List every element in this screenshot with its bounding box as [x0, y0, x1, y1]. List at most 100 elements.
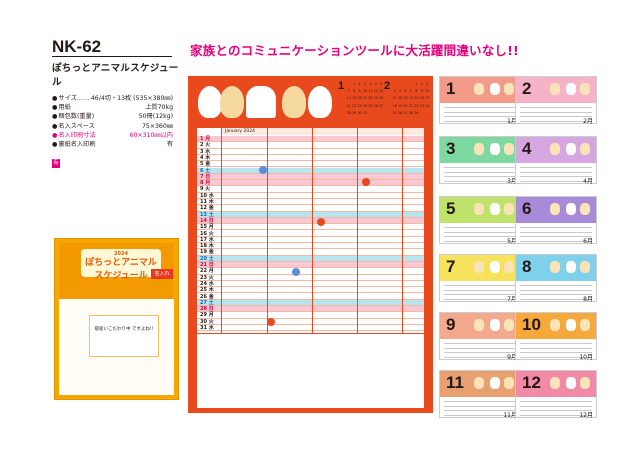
month-caption: 7月 [507, 296, 517, 303]
day-label: 31 水 [200, 325, 214, 331]
mini-cell: 17 [425, 96, 430, 101]
schedule-line [444, 167, 516, 168]
animal-icon [474, 377, 484, 389]
animal-icon [550, 143, 560, 155]
headline: 家族とのコミュニケーションツールに大活躍間違いなし!! [190, 43, 519, 58]
calendar-month-name: January 2024 [225, 129, 255, 134]
month-caption: 4月 [583, 178, 593, 185]
animal-sticker-icon [267, 318, 275, 326]
month-caption: 8月 [583, 296, 593, 303]
month-caption: 2月 [583, 118, 593, 125]
month-caption: 6月 [583, 238, 593, 245]
thumbnail-title: 2024 ぽちっとアニマル スケジュール [81, 249, 161, 281]
animal-icon [566, 319, 576, 331]
mini-cell: 10 [425, 89, 430, 94]
calendar-header: 1 1 2 3 4 5 6 7 8 9 10 11 12 13 14 15 16 17 18 19 20 21 22 23 2… [188, 76, 433, 124]
spec-value: 50冊(12kg) [138, 113, 173, 121]
animal-icon [504, 83, 514, 95]
animal-icon [490, 377, 500, 389]
schedule-line [520, 107, 592, 108]
month-number: 9 [446, 315, 456, 334]
schedule-line [444, 347, 516, 348]
spec-label: 裏紙名入印刷 [52, 140, 95, 149]
animal-icon [550, 319, 560, 331]
schedule-line [520, 347, 592, 348]
thumbnail-note-text: 取扱いこだわり中 ですよね!! [94, 327, 154, 332]
spec-value: 60×310㎜以内 [129, 131, 173, 139]
animal-icon [566, 261, 576, 273]
month-number: 7 [446, 257, 456, 276]
animal-icon [550, 377, 560, 389]
schedule-line [520, 289, 592, 290]
spec-label: 用紙 [52, 103, 70, 112]
animal-icon [474, 143, 484, 155]
schedule-line [444, 285, 516, 286]
product-thumbnail: 2024 ぽちっとアニマル スケジュール 取扱いこだわり中 ですよね!! 名入れ [54, 238, 179, 400]
schedule-line [520, 111, 592, 112]
bear-icon [282, 86, 306, 118]
animal-icon [566, 377, 576, 389]
month-number: 12 [522, 373, 541, 392]
schedule-line [444, 289, 516, 290]
animal-icon [474, 83, 484, 95]
schedule-line [444, 111, 516, 112]
schedule-line [444, 227, 516, 228]
schedule-line [444, 107, 516, 108]
thumbnail-subtitle: スケジュール [94, 271, 148, 281]
kagami-mochi-icon [308, 86, 332, 118]
schedule-line [520, 227, 592, 228]
month-number: 10 [522, 315, 541, 334]
spec-row: 名入スペース 75×360㎜ [52, 122, 173, 131]
animal-icon [580, 261, 590, 273]
option-badge: 有 [52, 159, 60, 169]
animal-sticker-icon [317, 218, 325, 226]
product-name: ぽちっとアニマルスケジュール [52, 63, 179, 88]
spec-list: サイズ……46/4切・13枚 (535×380㎜)用紙上質70kg梱包数(重量)… [52, 94, 180, 149]
mini-cell: 3 [426, 82, 429, 86]
column-divider [267, 128, 268, 333]
animal-icon [580, 203, 590, 215]
animal-icon [504, 319, 514, 331]
animal-sticker-icon [362, 178, 370, 186]
animal-icon [550, 83, 560, 95]
column-divider [312, 128, 313, 333]
mini-cell: 24 [425, 103, 430, 108]
animal-icon [490, 83, 500, 95]
schedule-line [444, 231, 516, 232]
spec-row: 名入印刷寸法 60×310㎜以内 [52, 131, 173, 140]
calendar-grid: January 2024 1 月2 火3 水4 木5 金6 土7 日8 月9 火… [197, 128, 424, 408]
memo-area [197, 333, 424, 408]
schedule-line [520, 167, 592, 168]
animal-icon [490, 143, 500, 155]
name-space-tag: 名入れ [151, 269, 173, 279]
animal-icon [220, 86, 244, 118]
month-caption: 12月 [579, 412, 593, 419]
animal-icon [504, 377, 514, 389]
month-number: 8 [522, 257, 532, 276]
schedule-line [444, 171, 516, 172]
animal-icon [490, 203, 500, 215]
animal-icon [566, 203, 576, 215]
animal-icon [474, 319, 484, 331]
animal-icon [580, 143, 590, 155]
spec-row: 用紙 上質70kg [52, 103, 173, 112]
animal-icon [504, 203, 514, 215]
column-divider [402, 128, 403, 333]
product-info: NK-62 ぽちっとアニマルスケジュール サイズ……46/4切・13枚 (535… [52, 38, 180, 169]
schedule-line [520, 285, 592, 286]
month-caption: 9月 [507, 354, 517, 361]
column-divider [357, 128, 358, 333]
animal-icon [566, 83, 576, 95]
mountain-icon [246, 86, 276, 118]
animal-icon [490, 319, 500, 331]
mini-cell: 29 [414, 110, 419, 115]
month-number: 1 [446, 79, 456, 98]
animal-icon [580, 377, 590, 389]
schedule-line [520, 231, 592, 232]
mini-month-2: 2 1 2 3 4 5 6 7 8 9 10 11 12 13 14 15 16 17 18 19 20 21 22 23 2… [384, 80, 430, 120]
animal-icon [550, 203, 560, 215]
spec-label: 梱包数(重量) [52, 112, 94, 121]
month-number: 5 [446, 199, 456, 218]
animal-icon [580, 319, 590, 331]
animal-icon [566, 143, 576, 155]
